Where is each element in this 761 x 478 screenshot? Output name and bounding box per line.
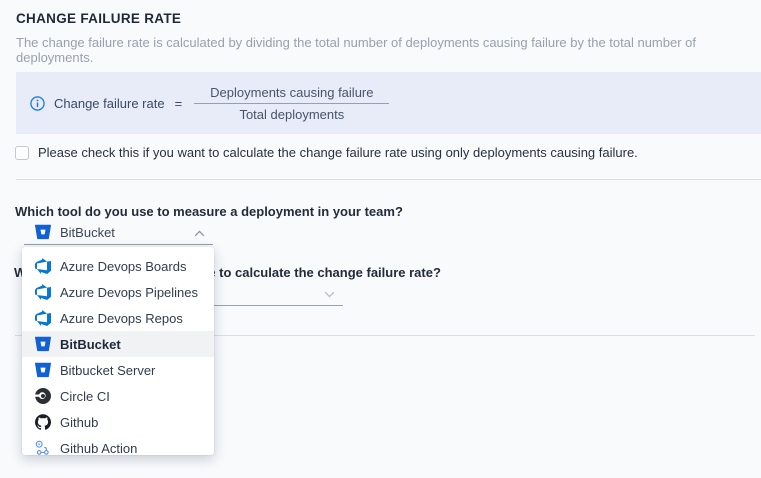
dropdown-item-bitbucket[interactable]: BitBucket <box>22 331 214 357</box>
formula-fraction: Deployments causing failure Total deploy… <box>194 85 389 122</box>
dropdown-item-label: Azure Devops Repos <box>60 311 183 326</box>
only-failures-checkbox-row[interactable]: Please check this if you want to calcula… <box>15 145 751 160</box>
page-title: CHANGE FAILURE RATE <box>16 11 181 26</box>
dropdown-item-github[interactable]: Github <box>22 409 214 435</box>
dropdown-item-azure-devops-boards[interactable]: Azure Devops Boards <box>22 253 214 279</box>
info-icon <box>30 96 45 111</box>
equals-sign: = <box>175 96 183 111</box>
only-failures-checkbox-label: Please check this if you want to calcula… <box>38 145 638 160</box>
dropdown-item-label: Circle CI <box>60 389 110 404</box>
tool-dropdown-menu: Azure Devops Boards Azure Devops Pipelin… <box>22 247 214 455</box>
github-icon <box>35 414 51 430</box>
formula-label: Change failure rate <box>54 96 165 111</box>
deployment-tool-selected-value: BitBucket <box>60 225 115 240</box>
dropdown-item-label: Azure Devops Pipelines <box>60 285 198 300</box>
dropdown-item-label: BitBucket <box>60 337 121 352</box>
section-divider-top <box>16 179 761 180</box>
only-failures-checkbox[interactable] <box>15 146 29 160</box>
chevron-down-icon[interactable] <box>324 291 335 298</box>
dropdown-item-label: Github <box>60 415 98 430</box>
azure-devops-icon <box>35 258 51 274</box>
dropdown-item-azure-devops-repos[interactable]: Azure Devops Repos <box>22 305 214 331</box>
dropdown-item-bitbucket-server[interactable]: Bitbucket Server <box>22 357 214 383</box>
dropdown-item-label: Bitbucket Server <box>60 363 155 378</box>
formula-denominator: Total deployments <box>239 104 344 122</box>
deployment-tool-select[interactable]: BitBucket <box>24 221 213 245</box>
dropdown-item-azure-devops-pipelines[interactable]: Azure Devops Pipelines <box>22 279 214 305</box>
bitbucket-icon <box>35 224 51 240</box>
deployment-tool-question: Which tool do you use to measure a deplo… <box>15 204 403 219</box>
page-description: The change failure rate is calculated by… <box>16 35 741 65</box>
dropdown-item-label: Azure Devops Boards <box>60 259 186 274</box>
formula-numerator: Deployments causing failure <box>194 85 389 104</box>
github-action-icon <box>35 440 51 455</box>
bitbucket-icon <box>35 362 51 378</box>
dropdown-item-label: Github Action <box>60 441 137 456</box>
circleci-icon <box>35 388 51 404</box>
chevron-up-icon[interactable] <box>194 230 205 237</box>
dropdown-item-circle-ci[interactable]: Circle CI <box>22 383 214 409</box>
azure-devops-icon <box>35 284 51 300</box>
dropdown-item-github-action[interactable]: Github Action <box>22 435 214 455</box>
bitbucket-icon <box>35 336 51 352</box>
azure-devops-icon <box>35 310 51 326</box>
formula-banner: Change failure rate = Deployments causin… <box>16 72 761 134</box>
